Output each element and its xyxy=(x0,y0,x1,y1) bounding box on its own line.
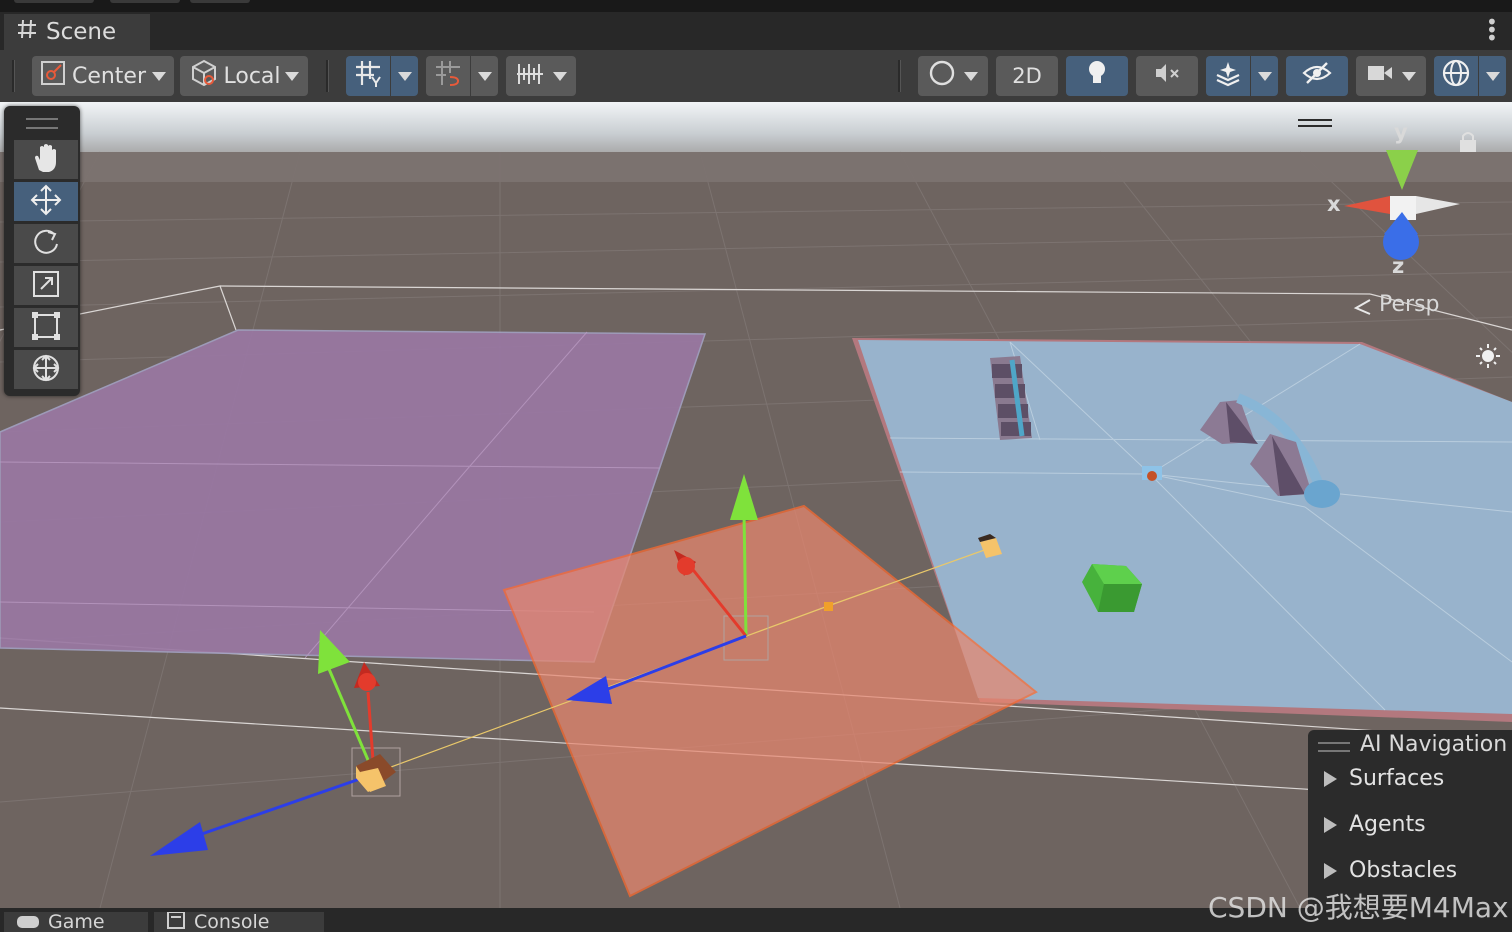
view-tool-button[interactable] xyxy=(14,140,78,180)
gizmo-x-label[interactable]: x xyxy=(1327,192,1341,216)
pivot-mode-label: Center xyxy=(71,63,147,89)
pivot-space-label: Local xyxy=(223,63,281,89)
increment-snap-toggle[interactable] xyxy=(426,56,470,96)
console-icon xyxy=(166,912,186,932)
rotate-icon xyxy=(30,226,62,262)
grid-snapping-toggle[interactable] xyxy=(346,56,390,96)
expand-triangle-icon xyxy=(1324,862,1337,879)
scene-visibility-toggle[interactable] xyxy=(1286,56,1348,96)
ruler-snap-dropdown[interactable] xyxy=(506,56,576,96)
chevron-down-icon xyxy=(1257,71,1272,81)
gamepad-icon xyxy=(16,912,40,932)
pivot-center-icon xyxy=(40,60,66,92)
lighting-toggle[interactable] xyxy=(1066,56,1128,96)
toolbar-separator xyxy=(326,60,329,92)
tools-overlay xyxy=(4,106,80,396)
scene-camera-dropdown[interactable] xyxy=(1356,56,1426,96)
toolbar-separator xyxy=(12,60,15,92)
chevron-down-icon xyxy=(1485,71,1500,81)
speaker-mute-icon xyxy=(1153,61,1181,91)
ruler-icon xyxy=(515,60,545,92)
shaded-sphere-icon xyxy=(928,59,956,93)
chevron-down-icon xyxy=(152,71,167,81)
gizmos-toggle[interactable] xyxy=(1434,56,1478,96)
tab-scene[interactable]: Scene xyxy=(4,14,150,50)
hand-icon xyxy=(31,142,61,178)
tools-grip[interactable] xyxy=(26,118,58,129)
horizon-haze xyxy=(0,152,1512,182)
toggle-2d-label: 2D xyxy=(1012,64,1042,88)
gizmo-globe-icon xyxy=(1441,58,1471,94)
audio-toggle[interactable] xyxy=(1136,56,1198,96)
gizmo-y-label[interactable]: y xyxy=(1394,120,1408,144)
pivot-mode-dropdown[interactable]: Center xyxy=(32,56,174,96)
tab-console[interactable]: Console xyxy=(154,912,324,932)
ai-nav-item-obstacles[interactable]: Obstacles xyxy=(1324,858,1457,883)
chevron-down-icon xyxy=(1402,71,1416,81)
ai-nav-item-surfaces[interactable]: Surfaces xyxy=(1324,766,1444,791)
hash-icon xyxy=(16,18,38,46)
scale-icon xyxy=(31,269,61,303)
expand-triangle-icon xyxy=(1324,816,1337,833)
chevron-down-icon xyxy=(397,71,412,81)
increment-snap-icon xyxy=(434,59,462,93)
tab-kebab-menu-icon[interactable]: • • • xyxy=(1486,12,1498,48)
scale-tool-button[interactable] xyxy=(14,266,78,306)
lightbulb-icon xyxy=(1086,59,1108,93)
chevron-down-icon xyxy=(964,71,978,81)
local-space-icon xyxy=(189,58,219,94)
tab-console-label: Console xyxy=(194,912,270,932)
effects-toggle[interactable] xyxy=(1206,56,1250,96)
chevron-down-icon xyxy=(553,71,567,81)
rect-transform-icon xyxy=(30,310,62,346)
ai-nav-item-label: Agents xyxy=(1349,812,1426,837)
ai-nav-item-agents[interactable]: Agents xyxy=(1324,812,1426,837)
tab-scene-label: Scene xyxy=(46,19,117,45)
tab-bar: Scene • • • xyxy=(0,12,1512,50)
toolbar-separator xyxy=(898,60,901,92)
ai-navigation-overlay: AI Navigation Surfaces Agents Obstacles xyxy=(1308,730,1512,908)
increment-snap-dropdown[interactable] xyxy=(471,56,498,96)
camera-icon xyxy=(1366,63,1394,89)
move-tool-button[interactable] xyxy=(14,182,78,222)
scene-render xyxy=(0,102,1512,908)
top-tab-stub xyxy=(14,0,94,3)
gizmo-z-label[interactable]: z xyxy=(1392,254,1404,278)
gizmos-dropdown[interactable] xyxy=(1479,56,1506,96)
grid-snapping-dropdown[interactable] xyxy=(391,56,418,96)
ai-navigation-grip[interactable] xyxy=(1318,742,1350,752)
pivot-space-dropdown[interactable]: Local xyxy=(180,56,308,96)
window-top-strip xyxy=(0,0,1512,12)
tab-game[interactable]: Game xyxy=(4,912,148,932)
transform-icon xyxy=(29,351,63,389)
effects-dropdown[interactable] xyxy=(1251,56,1278,96)
toggle-2d-button[interactable]: 2D xyxy=(996,56,1058,96)
layers-sparkle-icon xyxy=(1214,59,1242,93)
rect-tool-button[interactable] xyxy=(14,308,78,348)
top-tab-stub xyxy=(110,0,180,3)
scene-viewport[interactable]: y x z Persp xyxy=(0,102,1512,908)
draw-mode-dropdown[interactable] xyxy=(918,56,988,96)
chevron-down-icon xyxy=(477,71,492,81)
ai-nav-item-label: Surfaces xyxy=(1349,766,1445,791)
eye-hidden-icon xyxy=(1302,61,1332,91)
watermark-text: CSDN @我想要M4Max xyxy=(1208,891,1509,924)
chevron-down-icon xyxy=(284,71,299,81)
projection-label[interactable]: Persp xyxy=(1379,292,1440,317)
ai-nav-item-label: Obstacles xyxy=(1349,858,1458,883)
path-waypoint xyxy=(824,602,833,611)
tab-game-label: Game xyxy=(48,912,105,932)
scene-toolbar: Center Local 2D xyxy=(0,50,1512,102)
navmesh-marker xyxy=(1142,466,1162,481)
grid-snap-icon xyxy=(354,59,382,93)
expand-triangle-icon xyxy=(1324,770,1337,787)
transform-tool-button[interactable] xyxy=(14,350,78,390)
top-tab-stub xyxy=(190,0,250,3)
ai-navigation-title: AI Navigation xyxy=(1360,732,1508,757)
rotate-tool-button[interactable] xyxy=(14,224,78,264)
move-arrows-icon xyxy=(29,183,63,221)
